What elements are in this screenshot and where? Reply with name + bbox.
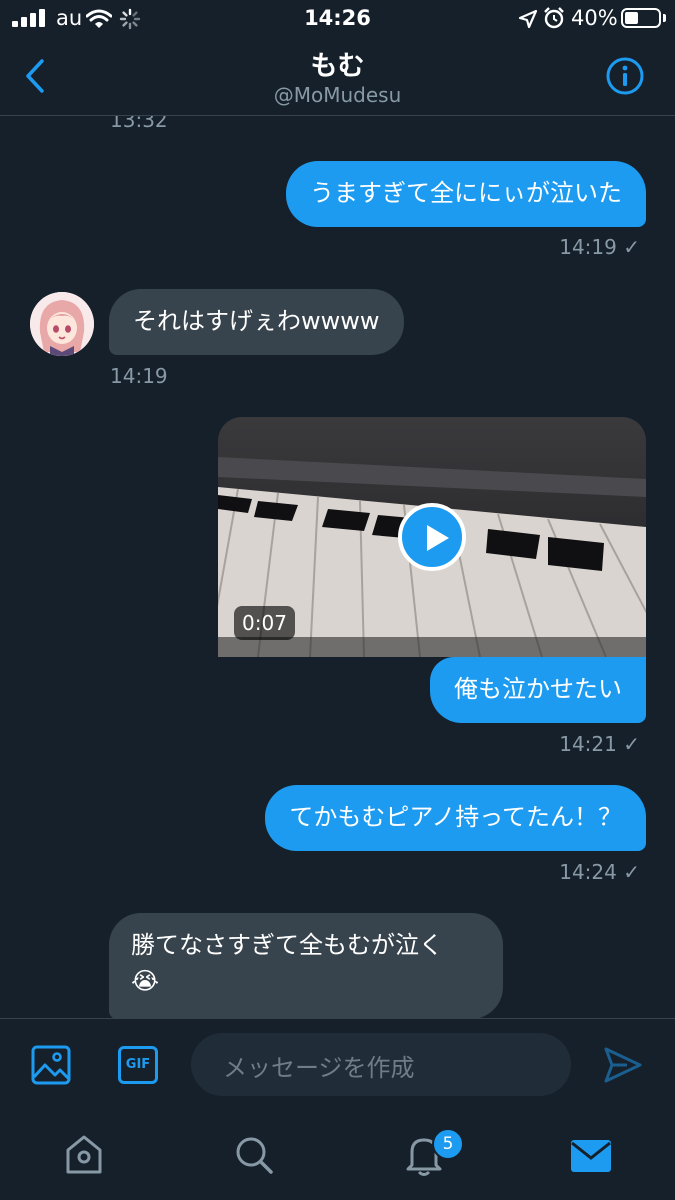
image-icon[interactable] — [31, 1045, 71, 1085]
received-message-bubble[interactable]: それはすげぇわwwww — [109, 289, 404, 355]
conversation-handle: @MoMudesu — [273, 83, 402, 107]
message-timestamp: 14:19 ✓ — [559, 235, 640, 259]
notification-badge: 5 — [432, 1128, 464, 1160]
conversation-title: もむ — [310, 51, 365, 82]
message-timestamp: 14:24 ✓ — [559, 860, 640, 884]
avatar[interactable] — [30, 292, 94, 356]
sent-message-bubble[interactable]: てかもむピアノ持ってたん！？ — [265, 785, 646, 851]
battery-cap — [663, 14, 666, 22]
video-duration: 0:07 — [234, 606, 295, 640]
status-bar: au 14:26 40% — [0, 0, 675, 40]
search-icon[interactable] — [234, 1135, 274, 1175]
send-icon[interactable] — [603, 1046, 643, 1084]
message-timestamp: 14:19 — [110, 364, 168, 388]
battery-percent: 40% — [571, 6, 618, 30]
received-message-bubble[interactable]: 勝てなさすぎて全もむが泣く 😭 — [109, 913, 503, 1019]
crying-emoji: 😭 — [131, 967, 160, 995]
battery-icon — [621, 8, 661, 28]
message-timestamp: 14:21 ✓ — [559, 732, 640, 756]
home-icon[interactable] — [64, 1134, 104, 1176]
battery-level-fill — [625, 12, 638, 24]
location-icon — [518, 9, 538, 29]
mail-icon[interactable] — [570, 1139, 612, 1173]
message-input-placeholder: メッセージを作成 — [223, 1054, 415, 1082]
alarm-icon — [544, 7, 564, 29]
sent-message-bubble[interactable]: 俺も泣かせたい — [430, 657, 646, 723]
play-button[interactable] — [398, 503, 466, 571]
info-icon[interactable] — [605, 56, 645, 96]
message-text: 勝てなさすぎて全もむが泣く — [131, 931, 443, 959]
sent-message-bubble[interactable]: うますぎて全ににぃが泣いた — [286, 161, 646, 227]
gif-icon[interactable]: GIF — [118, 1046, 158, 1084]
avatar-image — [30, 292, 94, 356]
